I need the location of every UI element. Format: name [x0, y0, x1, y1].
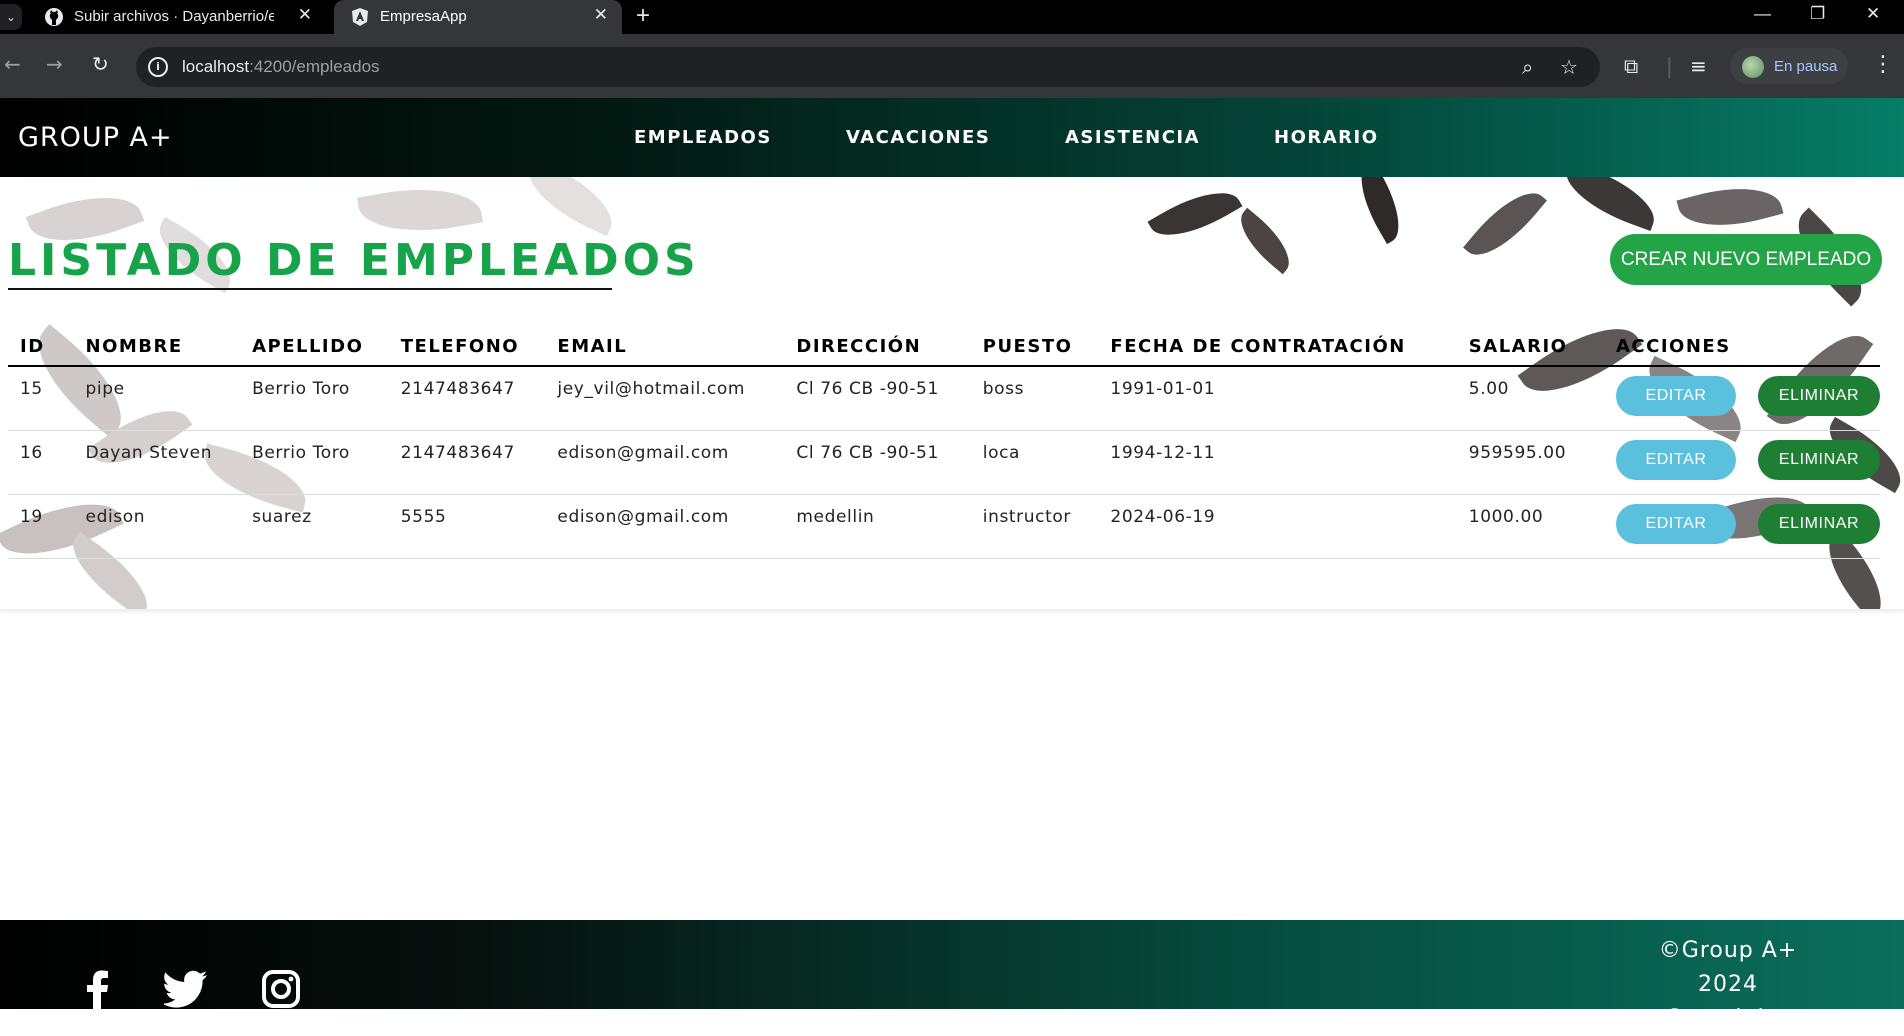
- forward-icon[interactable]: →: [46, 52, 63, 76]
- tab-empresaapp[interactable]: EmpresaApp ✕: [334, 0, 622, 34]
- delete-button[interactable]: ELIMINAR: [1758, 439, 1880, 480]
- browser-menu-icon[interactable]: ⋮: [1872, 52, 1894, 77]
- copyright-text: ©Group A+ 2024: [1658, 938, 1798, 997]
- nav-link-asistencia[interactable]: ASISTENCIA: [1065, 127, 1200, 148]
- header-acciones: ACCIONES: [1604, 327, 1880, 367]
- media-control-icon[interactable]: ≡: [1690, 54, 1707, 78]
- cell-telefono: 5555: [388, 494, 546, 559]
- edit-button[interactable]: EDITAR: [1616, 376, 1736, 416]
- avatar: [1742, 56, 1764, 78]
- github-icon: [45, 8, 63, 26]
- browser-tab-strip: ⌄ Subir archivos · Dayanberrio/em ✕ Empr…: [0, 0, 1904, 34]
- bookmark-star-icon[interactable]: ☆: [1560, 55, 1578, 79]
- delete-button[interactable]: ELIMINAR: [1758, 376, 1880, 416]
- new-tab-icon[interactable]: +: [636, 2, 650, 30]
- tab-search-button[interactable]: ⌄: [0, 4, 22, 30]
- cell-fecha: 1991-01-01: [1098, 366, 1457, 431]
- cell-nombre: Dayan Steven: [73, 430, 241, 495]
- copyright-label: Copyright:: [1665, 1006, 1791, 1031]
- nav-link-empleados[interactable]: EMPLEADOS: [634, 127, 772, 148]
- cell-email: edison@gmail.com: [545, 494, 785, 559]
- cell-fecha: 2024-06-19: [1098, 494, 1457, 559]
- table-header-row: ID NOMBRE APELLIDO TELEFONO EMAIL DIRECC…: [8, 327, 1880, 367]
- profile-button[interactable]: En pausa: [1730, 48, 1848, 84]
- cell-fecha: 1994-12-11: [1098, 430, 1457, 495]
- cell-direccion: medellin: [784, 494, 971, 559]
- header-puesto: PUESTO: [970, 327, 1099, 367]
- tab-title: Subir archivos · Dayanberrio/em: [74, 8, 274, 25]
- edit-button[interactable]: EDITAR: [1616, 439, 1736, 480]
- tab-title: EmpresaApp: [380, 8, 467, 25]
- edit-button[interactable]: EDITAR: [1616, 503, 1736, 544]
- facebook-icon[interactable]: [84, 970, 110, 1010]
- header-apellido: APELLIDO: [240, 327, 389, 367]
- cell-id: 15: [8, 366, 74, 431]
- cell-direccion: Cl 76 CB -90-51: [784, 366, 971, 431]
- toolbar-divider: |: [1666, 54, 1673, 78]
- delete-button[interactable]: ELIMINAR: [1758, 503, 1880, 544]
- header-salario: SALARIO: [1456, 327, 1604, 367]
- main-content: LISTADO DE EMPLEADOS CREAR NUEVO EMPLEAD…: [0, 177, 1904, 609]
- close-tab-icon[interactable]: ✕: [594, 5, 608, 25]
- address-bar[interactable]: i localhost:4200/empleados ⌕ ☆: [136, 47, 1600, 87]
- header-direccion: DIRECCIÓN: [784, 327, 971, 367]
- cell-apellido: Berrio Toro: [240, 430, 389, 495]
- table-row: 15 pipe Berrio Toro 2147483647 jey_vil@h…: [8, 366, 1880, 431]
- title-underline: [8, 288, 612, 290]
- table-row: 16 Dayan Steven Berrio Toro 2147483647 e…: [8, 430, 1880, 495]
- reload-icon[interactable]: ↻: [92, 52, 109, 76]
- instagram-icon[interactable]: [262, 970, 300, 1008]
- cell-salario: 5.00: [1456, 366, 1604, 431]
- cell-salario: 959595.00: [1456, 430, 1604, 495]
- header-telefono: TELEFONO: [388, 327, 546, 367]
- cell-nombre: pipe: [73, 366, 241, 431]
- minimize-icon[interactable]: —: [1754, 4, 1771, 24]
- extensions-icon[interactable]: ⧉: [1624, 54, 1638, 78]
- cell-actions: EDITAR ELIMINAR: [1604, 430, 1880, 495]
- header-id: ID: [8, 327, 74, 367]
- cell-actions: EDITAR ELIMINAR: [1604, 366, 1880, 431]
- site-info-icon[interactable]: i: [148, 57, 168, 77]
- browser-toolbar: ← → ↻ i localhost:4200/empleados ⌕ ☆ ⧉ |…: [0, 34, 1904, 98]
- cell-telefono: 2147483647: [388, 366, 546, 431]
- close-window-icon[interactable]: ✕: [1866, 4, 1880, 24]
- cell-apellido: suarez: [240, 494, 389, 559]
- header-email: EMAIL: [545, 327, 785, 367]
- cell-telefono: 2147483647: [388, 430, 546, 495]
- close-tab-icon[interactable]: ✕: [298, 5, 312, 25]
- tab-github[interactable]: Subir archivos · Dayanberrio/em ✕: [28, 0, 326, 34]
- cell-nombre: edison: [73, 494, 241, 559]
- cell-puesto: instructor: [970, 494, 1099, 559]
- cell-puesto: loca: [970, 430, 1099, 495]
- zoom-icon[interactable]: ⌕: [1522, 55, 1533, 79]
- app-navbar: GROUP A+ EMPLEADOS VACACIONES ASISTENCIA…: [0, 98, 1904, 177]
- cell-id: 19: [8, 494, 74, 559]
- cell-email: edison@gmail.com: [545, 430, 785, 495]
- nav-link-vacaciones[interactable]: VACACIONES: [846, 127, 990, 148]
- url-text[interactable]: localhost:4200/empleados: [182, 57, 380, 77]
- header-nombre: NOMBRE: [73, 327, 241, 367]
- cell-puesto: boss: [970, 366, 1099, 431]
- create-employee-button[interactable]: CREAR NUEVO EMPLEADO: [1610, 234, 1882, 285]
- brand-logo[interactable]: GROUP A+: [18, 122, 173, 153]
- nav-link-horario[interactable]: HORARIO: [1274, 127, 1379, 148]
- profile-status: En pausa: [1774, 58, 1838, 75]
- twitter-icon[interactable]: [164, 970, 208, 1010]
- cell-direccion: Cl 76 CB -90-51: [784, 430, 971, 495]
- employees-table: ID NOMBRE APELLIDO TELEFONO EMAIL DIRECC…: [8, 327, 1880, 559]
- footer: ©Group A+ 2024 Copyright:: [0, 920, 1904, 1031]
- back-icon[interactable]: ←: [4, 52, 21, 76]
- restore-icon[interactable]: ❐: [1810, 4, 1825, 24]
- angular-icon: [352, 8, 368, 26]
- cell-email: jey_vil@hotmail.com: [545, 366, 785, 431]
- cell-id: 16: [8, 430, 74, 495]
- cell-salario: 1000.00: [1456, 494, 1604, 559]
- header-fecha: FECHA DE CONTRATACIÓN: [1098, 327, 1457, 367]
- cell-actions: EDITAR ELIMINAR: [1604, 494, 1880, 559]
- footer-copyright: ©Group A+ 2024 Copyright:: [1636, 934, 1820, 1036]
- table-row: 19 edison suarez 5555 edison@gmail.com m…: [8, 494, 1880, 559]
- cell-apellido: Berrio Toro: [240, 366, 389, 431]
- page-title: LISTADO DE EMPLEADOS: [8, 235, 700, 286]
